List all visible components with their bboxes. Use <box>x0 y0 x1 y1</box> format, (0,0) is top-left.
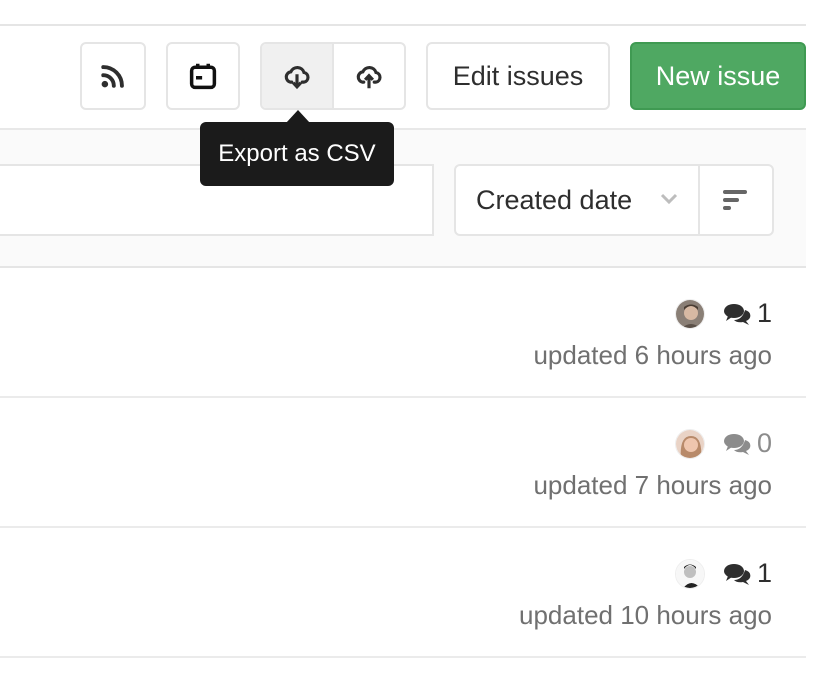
top-divider <box>0 24 806 26</box>
assignee-avatar[interactable] <box>674 298 705 329</box>
issue-row[interactable]: 1 updated 10 hours ago <box>0 528 806 658</box>
user-avatar-2 <box>675 429 704 458</box>
issue-row[interactable]: 1 updated 6 hours ago <box>0 268 806 398</box>
chevron-down-icon <box>660 193 678 205</box>
sort-lowest-icon <box>723 190 747 210</box>
comments-icon <box>723 303 751 325</box>
calendar-subscribe-button[interactable] <box>166 42 240 110</box>
sort-selected-label: Created date <box>476 184 633 215</box>
comments-icon <box>723 433 751 455</box>
edit-issues-button[interactable]: Edit issues <box>426 42 610 110</box>
import-csv-button[interactable] <box>334 44 404 108</box>
updated-time: updated 7 hours ago <box>533 470 772 500</box>
issue-row[interactable]: 0 updated 7 hours ago <box>0 398 806 528</box>
user-avatar-1 <box>675 299 704 328</box>
export-csv-tooltip: Export as CSV <box>200 122 394 186</box>
comments-icon <box>723 563 751 585</box>
calendar-icon <box>189 63 217 90</box>
export-import-group <box>260 42 406 110</box>
user-avatar-3 <box>675 559 704 588</box>
sort-control: Created date <box>454 164 774 236</box>
sort-dropdown[interactable]: Created date <box>456 166 700 234</box>
issue-meta: 1 <box>674 298 772 329</box>
rss-feed-button[interactable] <box>80 42 146 110</box>
comment-count[interactable]: 1 <box>723 298 772 329</box>
assignee-avatar[interactable] <box>674 428 705 459</box>
cloud-upload-icon <box>356 65 382 89</box>
rss-icon <box>101 65 124 88</box>
updated-time: updated 6 hours ago <box>533 340 772 370</box>
filter-bar: Created date <box>0 128 806 268</box>
export-csv-button[interactable] <box>262 44 334 108</box>
assignee-avatar[interactable] <box>674 558 705 589</box>
updated-time: updated 10 hours ago <box>519 600 772 630</box>
new-issue-button[interactable]: New issue <box>630 42 806 110</box>
cloud-download-icon <box>284 65 310 90</box>
comment-count[interactable]: 0 <box>723 428 772 459</box>
issue-meta: 1 <box>674 558 772 589</box>
comment-count[interactable]: 1 <box>723 558 772 589</box>
issue-meta: 0 <box>674 428 772 459</box>
sort-direction-button[interactable] <box>700 166 772 234</box>
